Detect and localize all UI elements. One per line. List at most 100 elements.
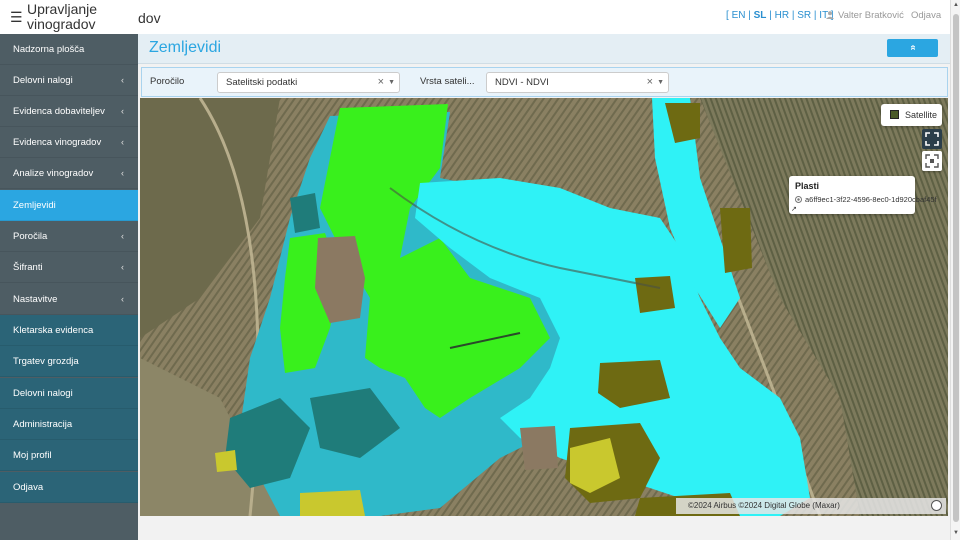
farm-buildings (520, 426, 558, 470)
report-select-value: Satelitski podatki (226, 77, 298, 88)
sidebar-item-label: Poročila (13, 231, 48, 242)
resize-arrow-icon[interactable]: ↗ (791, 205, 797, 213)
locate-button[interactable] (922, 151, 942, 171)
legend-layer-id: a6ff9ec1-3f22-4596-8ec0-1d920cbaf45f (805, 195, 937, 204)
sidebar-item-analize-vinogradov[interactable]: Analize vinogradov ‹ (0, 158, 138, 189)
chevron-left-icon: ‹ (121, 231, 124, 241)
satellite-ndvi-map (140, 98, 948, 516)
collapse-button[interactable]: « (887, 39, 938, 57)
report-select[interactable]: Satelitski podatki × ▼ (217, 72, 400, 93)
sidebar-item-administracija[interactable]: Administracija (0, 409, 138, 440)
chevron-left-icon: ‹ (121, 168, 124, 178)
sidebar-item-delovni-nalogi[interactable]: Delovni nalogi ‹ (0, 65, 138, 96)
map-view[interactable]: Satellite Plasti a6ff9ec1-3f22-4596-8ec0… (140, 98, 948, 516)
scroll-down-icon[interactable]: ▼ (953, 530, 959, 536)
type-label: Vrsta sateli... (420, 76, 475, 87)
sidebar-item-label: Administracija (13, 419, 73, 430)
sidebar-item-trgatev-grozdja[interactable]: Trgatev grozdja (0, 346, 138, 377)
sidebar-item-label: Moj profil (13, 450, 52, 461)
main-content: Zemljevidi « Poročilo Satelitski podatki… (138, 34, 950, 540)
sidebar: Nadzorna plošča Delovni nalogi ‹ Evidenc… (0, 34, 138, 540)
clear-icon[interactable]: × (378, 73, 384, 92)
legend-layer-item[interactable]: a6ff9ec1-3f22-4596-8ec0-1d920cbaf45f (795, 195, 937, 204)
satellite-layer-icon (890, 110, 899, 119)
sidebar-item-label: Delovni nalogi (13, 388, 73, 399)
layer-button-label: Satellite (905, 110, 938, 120)
chevron-left-icon: ‹ (121, 106, 124, 116)
sidebar-item-label: Trgatev grozdja (13, 356, 79, 367)
chevron-left-icon: ‹ (121, 262, 124, 272)
ndvi-zone-olive (635, 276, 675, 313)
ndvi-zone-dark-teal (290, 193, 320, 233)
sidebar-item-kletarska-evidenca[interactable]: Kletarska evidenca (0, 315, 138, 346)
sidebar-item-evidenca-dobaviteljev[interactable]: Evidenca dobaviteljev ‹ (0, 96, 138, 127)
user-menu[interactable]: Valter Bratković (826, 10, 904, 21)
sidebar-item-label: Analize vinogradov (13, 168, 94, 179)
sidebar-item-evidenca-vinogradov[interactable]: Evidenca vinogradov ‹ (0, 127, 138, 158)
sidebar-item-label: Delovni nalogi (13, 75, 73, 86)
chevron-left-icon: ‹ (121, 75, 124, 85)
logout-link[interactable]: Odjava (911, 10, 941, 21)
scroll-up-icon[interactable]: ▲ (953, 2, 959, 8)
map-attribution: ©2024 Airbus ©2024 Digital Globe (Maxar) (676, 498, 946, 514)
app-title[interactable]: Upravljanje vinogradov (27, 2, 137, 32)
sidebar-item-moj-profil[interactable]: Moj profil (0, 440, 138, 471)
sidebar-item-porocila[interactable]: Poročila ‹ (0, 221, 138, 252)
layer-switcher-button[interactable]: Satellite (881, 104, 942, 126)
ndvi-zone-yellow (215, 450, 237, 472)
chevron-down-icon[interactable]: ▼ (657, 73, 664, 92)
page-scrollbar[interactable]: ▲ ▼ (950, 0, 960, 540)
sidebar-item-sifranti[interactable]: Šifranti ‹ (0, 252, 138, 283)
lang-hr[interactable]: HR (775, 10, 789, 21)
page-header: Zemljevidi « (138, 34, 950, 64)
smiley-icon[interactable] (931, 500, 942, 511)
sidebar-item-label: Odjava (13, 482, 44, 493)
radio-icon[interactable] (795, 196, 802, 203)
page-title: Zemljevidi (149, 39, 222, 56)
ndvi-zone-yellow (300, 490, 365, 516)
chevron-up-double-icon: « (907, 44, 918, 51)
layers-legend: Plasti a6ff9ec1-3f22-4596-8ec0-1d920cbaf… (789, 176, 937, 214)
sidebar-item-label: Zemljevidi (13, 200, 56, 211)
lang-sl[interactable]: SL (754, 10, 767, 21)
type-select-value: NDVI - NDVI (495, 77, 549, 88)
app-title-overflow: dov (138, 10, 161, 26)
sidebar-item-zemljevidi[interactable]: Zemljevidi (0, 190, 138, 221)
sidebar-item-delovni-nalogi-2[interactable]: Delovni nalogi (0, 378, 138, 409)
type-select[interactable]: NDVI - NDVI × ▼ (486, 72, 669, 93)
sidebar-item-label: Nastavitve (13, 294, 58, 305)
sidebar-item-label: Evidenca dobaviteljev (13, 106, 105, 117)
lang-separator: | (769, 10, 772, 21)
locate-icon (925, 154, 939, 168)
sidebar-item-label: Šifranti (13, 262, 43, 273)
lang-en[interactable]: EN (732, 10, 746, 21)
user-icon (826, 11, 834, 19)
chevron-left-icon: ‹ (121, 294, 124, 304)
language-switcher: [ EN | SL | HR | SR | IT ] (726, 10, 834, 21)
lang-separator: | (748, 10, 751, 21)
clear-icon[interactable]: × (647, 73, 653, 92)
attribution-text: ©2024 Airbus ©2024 Digital Globe (Maxar) (688, 501, 840, 510)
sidebar-item-label: Nadzorna plošča (13, 44, 85, 55)
lang-sr[interactable]: SR (797, 10, 811, 21)
fullscreen-button[interactable] (922, 129, 942, 149)
sidebar-item-label: Kletarska evidenca (13, 325, 94, 336)
top-header: ☰ Upravljanje vinogradov dov [ EN | SL |… (0, 0, 950, 34)
sidebar-item-nadzorna-plosca[interactable]: Nadzorna plošča (0, 34, 138, 65)
ndvi-zone-olive (720, 208, 752, 273)
scroll-thumb[interactable] (953, 14, 959, 522)
chevron-left-icon: ‹ (121, 137, 124, 147)
legend-title: Plasti (795, 181, 820, 191)
user-name: Valter Bratković (838, 10, 904, 21)
report-label: Poročilo (150, 76, 185, 87)
lang-separator: | (813, 10, 817, 21)
sidebar-item-nastavitve[interactable]: Nastavitve ‹ (0, 284, 138, 315)
lang-separator: | (791, 10, 795, 21)
chevron-down-icon[interactable]: ▼ (388, 73, 395, 92)
sidebar-item-odjava[interactable]: Odjava (0, 472, 138, 503)
sidebar-item-label: Evidenca vinogradov (13, 137, 102, 148)
fullscreen-icon (925, 132, 939, 146)
bracket-open: [ (726, 10, 729, 21)
app-root: ☰ Upravljanje vinogradov dov [ EN | SL |… (0, 0, 960, 540)
hamburger-icon[interactable]: ☰ (10, 9, 23, 25)
